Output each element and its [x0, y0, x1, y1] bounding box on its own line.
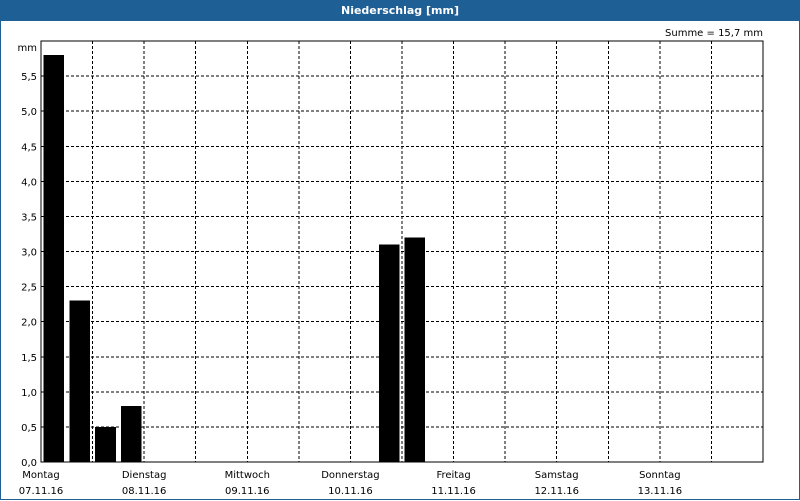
x-tick-day-label: Montag	[22, 470, 59, 481]
x-tick-date-label: 07.11.16	[19, 486, 64, 497]
precipitation-bar	[378, 244, 400, 462]
y-tick-label: 3,5	[21, 212, 37, 223]
precipitation-bar	[404, 237, 426, 462]
grid-layer	[41, 41, 763, 462]
x-tick-date-label: 12.11.16	[534, 486, 579, 497]
y-tick-label: 5,5	[21, 72, 37, 83]
x-tick-day-label: Freitag	[436, 470, 470, 481]
y-axis-label: mm	[18, 43, 37, 54]
x-tick-date-label: 11.11.16	[431, 486, 476, 497]
x-tick-day-label: Sonntag	[639, 470, 681, 481]
precipitation-bar	[43, 55, 65, 463]
precipitation-bar	[120, 405, 142, 462]
x-tick-day-label: Mittwoch	[225, 470, 270, 481]
y-tick-label: 1,5	[21, 353, 37, 364]
y-tick-label: 2,5	[21, 283, 37, 294]
x-tick-date-label: 08.11.16	[122, 486, 167, 497]
x-tick-day-label: Samstag	[535, 470, 579, 481]
y-tick-label: 2,0	[21, 318, 37, 329]
y-tick-label: 4,0	[21, 177, 37, 188]
precipitation-bar	[95, 426, 116, 462]
precipitation-bar	[69, 300, 90, 462]
y-tick-label: 0,5	[21, 423, 37, 434]
y-tick-label: 5,0	[21, 107, 37, 118]
y-tick-label: 3,0	[21, 248, 37, 259]
y-tick-label: 0,0	[21, 458, 37, 469]
y-tick-label: 4,5	[21, 142, 37, 153]
x-tick-day-label: Donnerstag	[321, 470, 379, 481]
x-tick-date-label: 10.11.16	[328, 486, 373, 497]
y-tick-label: 1,0	[21, 388, 37, 399]
chart-window: Niederschlag [mm] Summe = 15,7 mm 0,0 0,5…	[0, 0, 800, 500]
precipitation-chart: 0,0 0,5 1,0 1,5 2,0 2,5 3,0 3,5 4,0 4,5 5,0 5,5 mm Mo…	[18, 40, 764, 497]
bar-layer	[43, 55, 426, 463]
x-tick-date-label: 09.11.16	[225, 486, 270, 497]
x-tick-date-label: 13.11.16	[638, 486, 683, 497]
x-tick-day-label: Dienstag	[122, 470, 167, 481]
